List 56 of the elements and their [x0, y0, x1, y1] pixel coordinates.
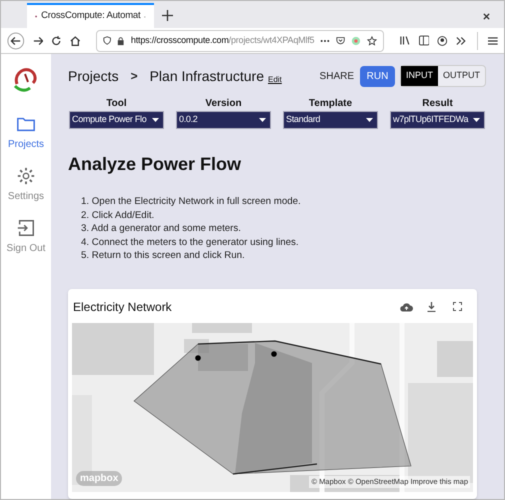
dropdown[interactable]: 0.0.2 — [176, 111, 271, 129]
lock-icon — [117, 36, 125, 46]
breadcrumb-separator: > — [130, 68, 138, 85]
sidebar-item[interactable]: Projects — [8, 114, 44, 152]
page-heading: Analyze Power Flow — [68, 153, 242, 176]
caret-icon — [473, 118, 480, 122]
library-icon[interactable] — [400, 35, 411, 46]
back-icon[interactable] — [7, 30, 25, 50]
upload-cloud-icon[interactable] — [400, 302, 413, 312]
gear-icon — [16, 166, 36, 186]
download-icon[interactable] — [427, 302, 436, 312]
mode-tab[interactable]: INPUT — [401, 66, 438, 86]
close-icon[interactable] — [483, 13, 490, 20]
instruction-step: 2. Click Add/Edit. — [81, 208, 486, 222]
url-text: https://crosscompute.com/projects/wt4XPAqMlf5 — [130, 34, 314, 47]
sidebar-item[interactable]: Sign Out — [6, 218, 46, 256]
run-button[interactable]: RUN — [360, 66, 395, 86]
breadcrumb-link[interactable]: Projects — [68, 66, 119, 86]
edit-link[interactable]: Edit — [268, 74, 282, 86]
chevrons-icon[interactable] — [456, 36, 466, 46]
star-icon[interactable] — [367, 34, 378, 46]
caret-icon — [152, 118, 159, 122]
instruction-step: 3. Add a generator and some meters. — [81, 222, 486, 236]
new-tab-icon[interactable] — [162, 10, 173, 21]
fullscreen-icon[interactable] — [453, 302, 462, 311]
shield-icon — [103, 35, 112, 46]
sidebar-icon[interactable] — [418, 35, 430, 46]
forward-icon[interactable] — [32, 34, 44, 46]
instruction-step: 4. Connect the meters to the generator using lines. — [81, 236, 486, 249]
reload-icon[interactable] — [51, 34, 62, 46]
select-label: Template — [308, 97, 352, 109]
caret-icon — [259, 118, 266, 122]
dropdown[interactable]: w7plTUp6ITFEDWa — [390, 111, 485, 129]
share-button[interactable]: SHARE — [320, 68, 354, 84]
select-label: Version — [205, 97, 242, 109]
instruction-step: 1. Open the Electricity Network in full screen mode. — [81, 195, 486, 208]
browser-tab[interactable]: CrossCompute: Automat — [27, 3, 154, 28]
tab-title: CrossCompute: Automat — [41, 9, 140, 24]
card-title: Electricity Network — [73, 298, 172, 316]
extension-icon[interactable] — [351, 34, 362, 46]
account-icon[interactable] — [437, 34, 448, 46]
instruction-step: 5. Return to this screen and click Run. — [81, 249, 486, 262]
sidebar-item[interactable]: Settings — [8, 166, 44, 204]
menu-icon[interactable] — [488, 36, 498, 46]
home-icon[interactable] — [70, 34, 80, 46]
mode-tab[interactable]: OUTPUT — [438, 66, 485, 86]
dropdown[interactable]: Standard — [283, 111, 378, 129]
address-bar[interactable]: https://crosscompute.com/projects/wt4XPAqMlf5 — [96, 30, 384, 52]
pocket-icon[interactable] — [336, 35, 346, 46]
select-label: Result — [422, 97, 453, 109]
caret-icon — [366, 118, 373, 122]
dropdown[interactable]: Compute Power Flo — [69, 111, 164, 129]
select-label: Tool — [106, 97, 127, 109]
page-title: Plan Infrastructure — [150, 66, 264, 86]
more-icon[interactable] — [320, 38, 330, 42]
sign-out-icon — [16, 218, 36, 238]
